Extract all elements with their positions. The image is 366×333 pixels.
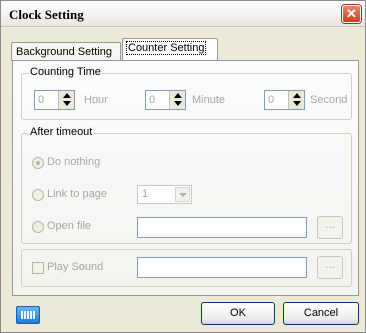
keyboard-keys xyxy=(21,311,35,319)
after-timeout-group: After timeout Do nothing Link to page 1 … xyxy=(21,126,352,244)
close-button[interactable]: ✕ xyxy=(342,5,361,23)
page-select[interactable]: 1 xyxy=(137,185,192,204)
minute-spinner[interactable]: 0 xyxy=(145,90,186,110)
spin-up-icon[interactable] xyxy=(63,93,71,98)
window-title: Clock Setting xyxy=(9,7,84,22)
counting-time-group: Counting Time 0 Hour 0 Minute 0 Second xyxy=(21,66,352,120)
open-file-browse-button[interactable]: ... xyxy=(317,216,343,239)
hour-value: 0 xyxy=(38,94,45,106)
counter-setting-panel: Counting Time 0 Hour 0 Minute 0 Second A… xyxy=(12,60,359,296)
second-spinner[interactable]: 0 xyxy=(264,90,305,110)
ok-button[interactable]: OK xyxy=(201,302,275,325)
second-spin-arrows[interactable] xyxy=(288,91,304,109)
hour-label: Hour xyxy=(84,94,108,106)
title-bar[interactable]: Clock Setting ✕ xyxy=(1,1,365,27)
tab-label: Counter Setting xyxy=(125,41,207,55)
minute-spin-arrows[interactable] xyxy=(169,91,185,109)
spin-up-icon[interactable] xyxy=(174,93,182,98)
minute-value: 0 xyxy=(149,94,156,106)
cancel-button[interactable]: Cancel xyxy=(283,302,359,325)
hour-spinner[interactable]: 0 xyxy=(34,90,75,110)
second-label: Second xyxy=(310,94,348,106)
second-value: 0 xyxy=(268,94,275,106)
radio-link-to-page[interactable] xyxy=(32,189,44,201)
clock-setting-dialog: Clock Setting ✕ Background Setting Count… xyxy=(0,0,366,333)
spin-down-icon[interactable] xyxy=(174,101,182,106)
play-sound-label: Play Sound xyxy=(47,261,104,273)
tab-label: Background Setting xyxy=(16,46,113,58)
close-icon: ✕ xyxy=(346,6,357,21)
open-file-path-input[interactable] xyxy=(137,217,307,238)
spin-up-icon[interactable] xyxy=(293,93,301,98)
tab-background-setting[interactable]: Background Setting xyxy=(11,42,121,61)
spin-down-icon[interactable] xyxy=(63,101,71,106)
chevron-down-icon[interactable] xyxy=(175,187,190,202)
keyboard-icon[interactable] xyxy=(16,306,40,324)
minute-label: Minute xyxy=(192,94,226,106)
play-sound-group: Play Sound ... xyxy=(21,249,352,287)
spin-down-icon[interactable] xyxy=(293,101,301,106)
hour-spin-arrows[interactable] xyxy=(58,91,74,109)
after-timeout-legend: After timeout xyxy=(29,126,94,138)
play-sound-checkbox[interactable] xyxy=(32,262,44,274)
sound-browse-button[interactable]: ... xyxy=(317,256,343,279)
radio-do-nothing[interactable] xyxy=(32,157,44,169)
do-nothing-label: Do nothing xyxy=(47,156,101,168)
page-select-value: 1 xyxy=(142,188,149,200)
open-file-label: Open file xyxy=(47,220,92,232)
tab-counter-setting[interactable]: Counter Setting xyxy=(122,38,218,60)
counting-time-legend: Counting Time xyxy=(29,66,102,78)
link-to-page-label: Link to page xyxy=(47,188,107,200)
radio-open-file[interactable] xyxy=(32,221,44,233)
sound-path-input[interactable] xyxy=(137,257,307,278)
